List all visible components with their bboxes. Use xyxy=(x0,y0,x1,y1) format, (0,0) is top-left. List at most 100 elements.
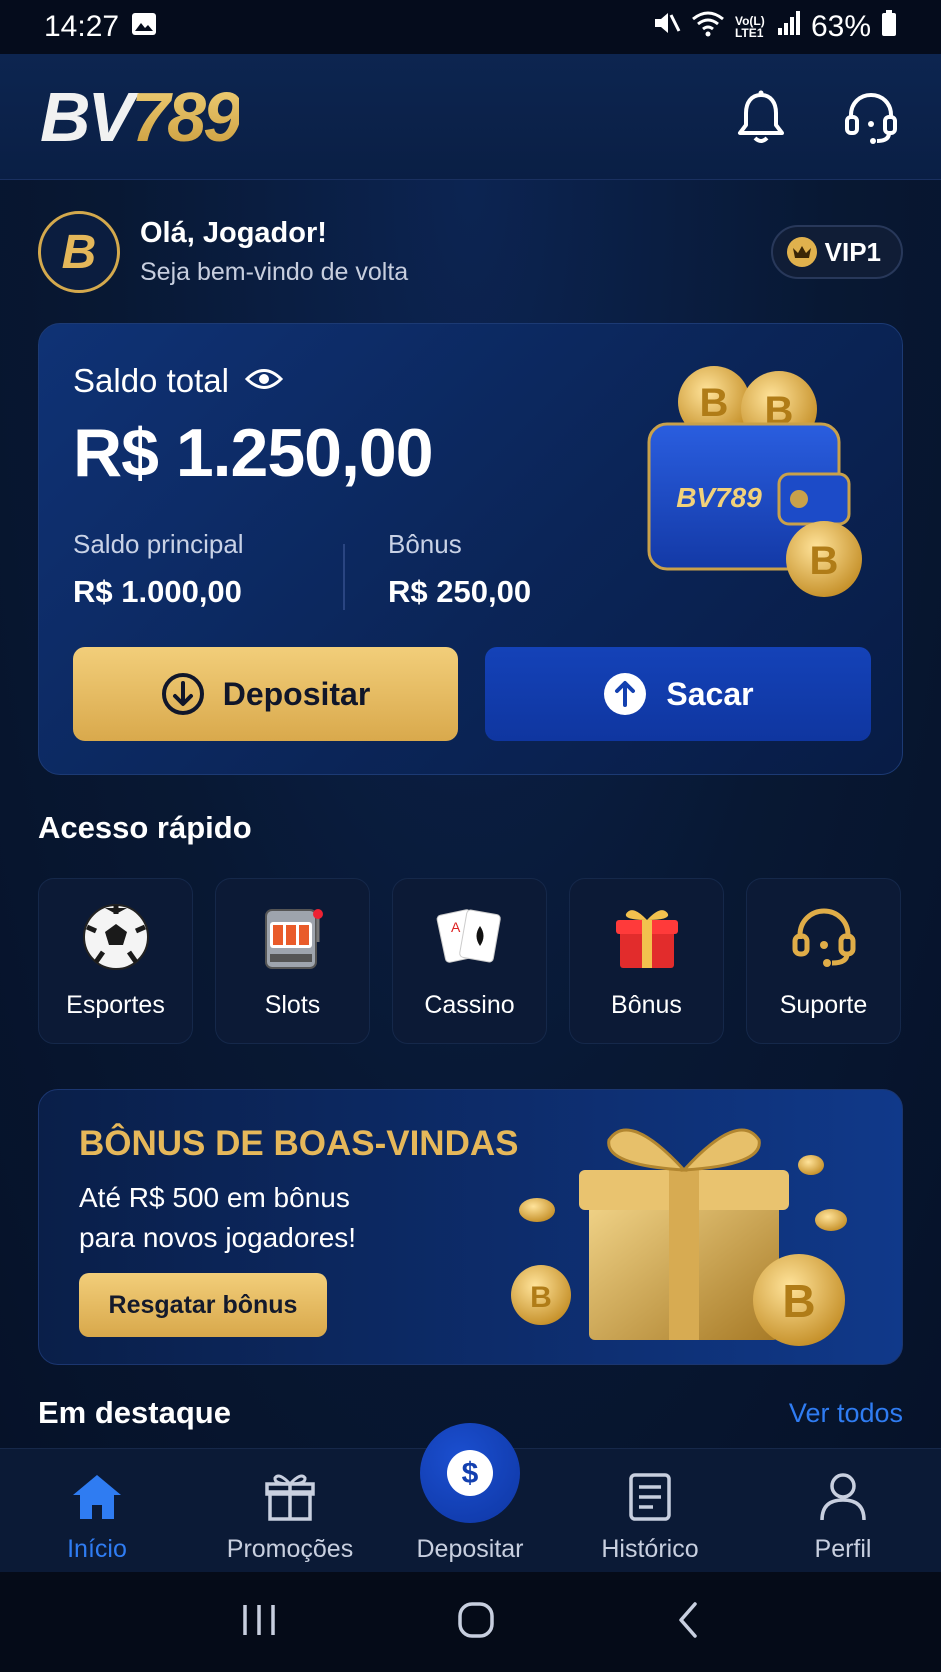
back-button[interactable] xyxy=(673,1600,703,1645)
header-actions xyxy=(731,87,901,147)
nav-promocoes[interactable]: Promoções xyxy=(200,1449,380,1573)
banner-line-2: para novos jogadores! xyxy=(79,1222,357,1253)
home-button[interactable] xyxy=(456,1600,496,1645)
greeting-title: Olá, Jogador! xyxy=(140,217,327,249)
wallet-illustration: B B BV789 B xyxy=(639,354,884,604)
soccer-ball-icon xyxy=(80,901,152,973)
signal-icon xyxy=(777,10,801,44)
gallery-icon xyxy=(131,10,157,44)
svg-text:B: B xyxy=(530,1281,552,1314)
banner-line-1: Até R$ 500 em bônus xyxy=(79,1182,350,1213)
headset-icon xyxy=(845,92,897,144)
brand-logo[interactable]: BV 789 xyxy=(40,77,242,157)
playing-cards-icon: A xyxy=(434,901,506,973)
home-icon xyxy=(69,1469,125,1525)
balance-total: R$ 1.250,00 xyxy=(73,415,434,491)
quick-access-label: Suporte xyxy=(779,991,868,1019)
main-balance-value: R$ 1.000,00 xyxy=(73,574,242,609)
withdraw-label: Sacar xyxy=(666,675,754,712)
see-all-link[interactable]: Ver todos xyxy=(789,1398,903,1429)
gift-icon xyxy=(262,1469,318,1525)
bonus-balance: Bônus R$ 250,00 xyxy=(388,529,531,610)
nav-perfil[interactable]: Perfil xyxy=(753,1449,933,1573)
quick-access-esportes[interactable]: Esportes xyxy=(38,878,193,1044)
status-right: Vo(L) LTE1 63% xyxy=(651,9,897,45)
avatar[interactable]: B xyxy=(38,211,120,293)
quick-access-label: Bônus xyxy=(611,991,682,1019)
svg-text:B: B xyxy=(782,1275,815,1327)
featured-title: Em destaque xyxy=(38,1395,231,1430)
slot-machine-icon xyxy=(257,901,329,973)
quick-access-title: Acesso rápido xyxy=(38,810,252,845)
bonus-balance-value: R$ 250,00 xyxy=(388,574,532,609)
svg-text:$: $ xyxy=(462,1457,479,1490)
user-icon xyxy=(815,1469,871,1525)
quick-access-grid: Esportes Slots A Cassino Bônus Suporte xyxy=(38,878,903,1044)
logo-text-789: 789 xyxy=(131,77,242,156)
system-nav-bar xyxy=(0,1572,941,1672)
quick-access-suporte[interactable]: Suporte xyxy=(746,878,901,1044)
deposit-button[interactable]: Depositar xyxy=(73,647,458,741)
nav-historico[interactable]: Histórico xyxy=(560,1449,740,1573)
gift-box-illustration: B B xyxy=(509,1100,889,1360)
main-balance-label: Saldo principal xyxy=(73,529,244,559)
deposit-label: Depositar xyxy=(222,675,371,712)
bonus-balance-label: Bônus xyxy=(388,529,462,559)
wifi-icon xyxy=(691,9,725,45)
balance-divider xyxy=(343,544,345,610)
recent-apps-button[interactable] xyxy=(239,1602,279,1643)
greeting-texts: Olá, Jogador! Seja bem-vindo de volta xyxy=(140,217,408,287)
svg-text:A: A xyxy=(451,919,461,935)
quick-access-label: Cassino xyxy=(424,991,515,1019)
bottom-nav: Início Promoções $ Depositar Histórico P… xyxy=(0,1423,941,1573)
battery-percent: 63% xyxy=(810,10,871,43)
nav-depositar[interactable]: $ Depositar xyxy=(380,1423,560,1573)
battery-icon xyxy=(881,9,897,45)
deposit-fab[interactable]: $ xyxy=(420,1423,520,1523)
quick-access-label: Esportes xyxy=(66,991,165,1019)
vip-label: VIP1 xyxy=(824,236,881,267)
welcome-bonus-banner[interactable]: BÔNUS DE BOAS-VINDAS Até R$ 500 em bônus… xyxy=(38,1089,903,1365)
wallet-brand-text: BV789 xyxy=(676,482,762,513)
status-time: 14:27 xyxy=(44,10,120,43)
banner-description: Até R$ 500 em bônus para novos jogadores… xyxy=(79,1178,499,1258)
status-time-group: 14:27 xyxy=(44,10,157,44)
arrow-down-circle-icon xyxy=(161,673,204,715)
quick-access-bonus[interactable]: Bônus xyxy=(569,878,724,1044)
dollar-icon: $ xyxy=(447,1450,493,1496)
app-header: BV 789 xyxy=(0,54,941,180)
logo-text-bv: BV xyxy=(40,77,134,156)
headset-icon xyxy=(788,901,860,973)
arrow-up-circle-icon xyxy=(604,673,647,715)
quick-access-cassino[interactable]: A Cassino xyxy=(392,878,547,1044)
network-label: Vo(L) LTE1 xyxy=(734,14,765,40)
quick-access-label: Slots xyxy=(264,991,321,1019)
svg-text:B: B xyxy=(700,381,729,425)
status-bar: 14:27 Vo(L) LTE1 63% xyxy=(0,0,941,54)
recent-apps-icon xyxy=(242,1604,275,1635)
bell-icon xyxy=(738,90,784,143)
main-balance: Saldo principal R$ 1.000,00 xyxy=(73,529,244,610)
nav-inicio[interactable]: Início xyxy=(7,1449,187,1573)
support-button[interactable] xyxy=(841,87,901,147)
vip-badge[interactable]: VIP1 xyxy=(770,225,903,279)
withdraw-button[interactable]: Sacar xyxy=(485,647,871,741)
greeting-row: B Olá, Jogador! Seja bem-vindo de volta … xyxy=(38,210,903,294)
main-content: B Olá, Jogador! Seja bem-vindo de volta … xyxy=(0,180,941,1448)
mute-icon xyxy=(651,9,681,45)
eye-icon[interactable] xyxy=(244,362,284,400)
nav-label: Início xyxy=(67,1535,127,1563)
quick-access-slots[interactable]: Slots xyxy=(215,878,370,1044)
balance-card: Saldo total R$ 1.250,00 Saldo principal … xyxy=(38,323,903,775)
nav-label: Histórico xyxy=(601,1535,699,1563)
crown-icon xyxy=(786,237,817,267)
back-icon xyxy=(678,1601,697,1638)
gift-icon xyxy=(611,901,683,973)
nav-label: Depositar xyxy=(416,1535,524,1563)
claim-bonus-button[interactable]: Resgatar bônus xyxy=(79,1273,327,1337)
nav-label: Perfil xyxy=(814,1535,872,1563)
notifications-button[interactable] xyxy=(731,87,791,147)
greeting-subtitle: Seja bem-vindo de volta xyxy=(140,258,409,286)
nav-label: Promoções xyxy=(226,1535,354,1563)
document-icon xyxy=(622,1469,678,1525)
